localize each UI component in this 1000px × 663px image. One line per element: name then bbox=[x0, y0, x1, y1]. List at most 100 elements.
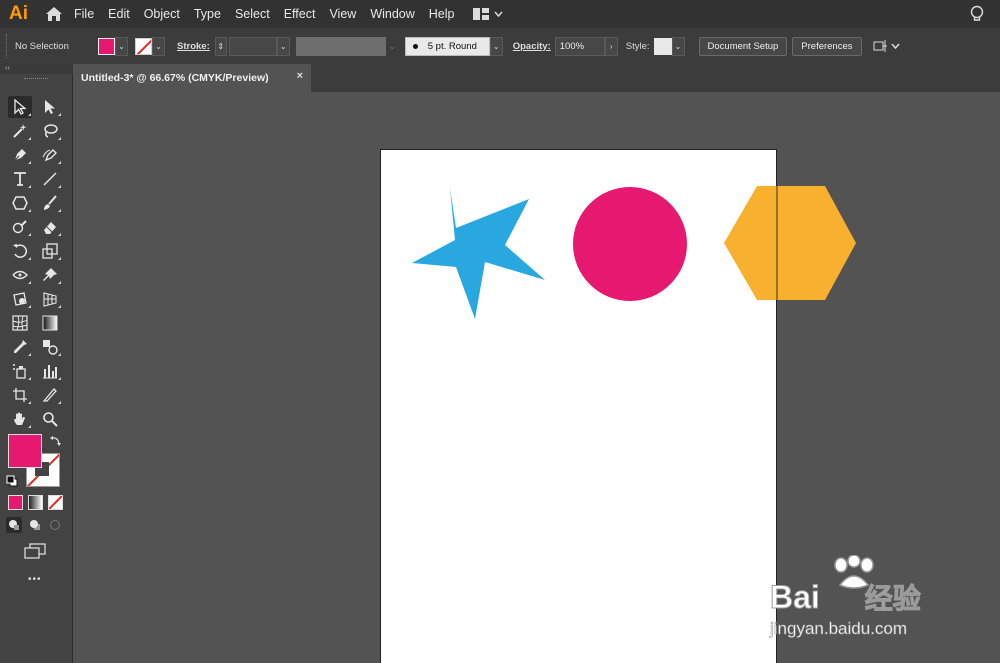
circle-shape[interactable] bbox=[573, 187, 687, 301]
curvature-tool[interactable] bbox=[38, 144, 62, 166]
screen-mode-icon bbox=[24, 543, 46, 559]
draw-behind-icon bbox=[30, 520, 40, 530]
gradient-tool[interactable] bbox=[38, 312, 62, 334]
free-transform-tool[interactable] bbox=[8, 288, 32, 310]
type-tool[interactable] bbox=[8, 168, 32, 190]
mesh-tool[interactable] bbox=[8, 312, 32, 334]
watermark-brand-suffix: 经验 bbox=[864, 583, 921, 615]
menu-type[interactable]: Type bbox=[187, 0, 228, 28]
style-dropdown[interactable]: ⌄ bbox=[671, 36, 685, 56]
paintbrush-tool[interactable] bbox=[38, 192, 62, 214]
shaper-tool[interactable] bbox=[8, 216, 32, 238]
graphic-style-swatch[interactable] bbox=[653, 37, 672, 55]
draw-normal-button[interactable] bbox=[6, 517, 22, 533]
star-shape[interactable] bbox=[412, 188, 545, 319]
selection-status: No Selection bbox=[15, 40, 69, 52]
grip-handle[interactable] bbox=[6, 34, 9, 58]
menu-view[interactable]: View bbox=[322, 0, 363, 28]
brush-definition-field[interactable]: 5 pt. Round bbox=[404, 36, 490, 56]
home-icon[interactable] bbox=[41, 0, 67, 28]
direct-selection-tool[interactable] bbox=[38, 96, 62, 118]
fill-swatch[interactable] bbox=[98, 37, 115, 55]
close-tab-icon[interactable]: × bbox=[297, 70, 303, 82]
arrange-documents-button[interactable] bbox=[472, 7, 503, 21]
polygon-tool[interactable] bbox=[8, 192, 32, 214]
zoom-tool[interactable] bbox=[38, 408, 62, 430]
arrange-button[interactable] bbox=[872, 39, 900, 53]
document-setup-button[interactable]: Document Setup bbox=[698, 36, 788, 56]
none-mode-button[interactable] bbox=[48, 495, 63, 510]
fill-color-box[interactable] bbox=[8, 434, 42, 468]
perspective-grid-tool[interactable] bbox=[38, 288, 62, 310]
lasso-icon bbox=[44, 124, 58, 138]
width-tool-icon bbox=[12, 270, 28, 280]
rotate-tool[interactable] bbox=[8, 240, 32, 262]
lasso-tool[interactable] bbox=[38, 120, 62, 142]
menu-file[interactable]: File bbox=[67, 0, 101, 28]
hand-tool[interactable] bbox=[8, 408, 32, 430]
document-tab[interactable]: Untitled-3* @ 66.67% (CMYK/Preview) × bbox=[73, 64, 311, 92]
menu-edit[interactable]: Edit bbox=[101, 0, 137, 28]
panel-collapse-button[interactable]: ‹‹ bbox=[0, 64, 77, 74]
menu-select[interactable]: Select bbox=[228, 0, 277, 28]
swap-fill-stroke-icon[interactable] bbox=[50, 434, 62, 452]
stroke-weight-dropdown[interactable]: ⌄ bbox=[276, 36, 290, 56]
pen-tool[interactable] bbox=[8, 144, 32, 166]
draw-normal-icon bbox=[9, 520, 19, 530]
width-tool[interactable] bbox=[8, 264, 32, 286]
opacity-arrow-button[interactable]: › bbox=[604, 36, 618, 56]
puppet-warp-tool[interactable] bbox=[38, 264, 62, 286]
selection-arrow-icon bbox=[14, 99, 27, 115]
screen-mode-button[interactable] bbox=[24, 543, 46, 564]
align-icon bbox=[873, 40, 887, 52]
draw-behind-button[interactable] bbox=[27, 517, 43, 533]
hexagon-shape[interactable] bbox=[724, 186, 856, 300]
scale-tool[interactable] bbox=[38, 240, 62, 262]
eraser-tool[interactable] bbox=[38, 216, 62, 238]
type-t-icon bbox=[14, 172, 26, 186]
stroke-weight-stepper[interactable]: ⇕ bbox=[214, 36, 227, 56]
slice-knife-icon bbox=[42, 388, 57, 402]
stroke-label[interactable]: Stroke: bbox=[177, 41, 210, 52]
magic-wand-tool[interactable] bbox=[8, 120, 32, 142]
artboard-tool[interactable] bbox=[8, 384, 32, 406]
selection-tool[interactable] bbox=[8, 96, 32, 118]
brush-dot-icon bbox=[412, 43, 418, 49]
opacity-field[interactable]: 100% bbox=[554, 36, 605, 56]
edit-toolbar-button[interactable]: ••• bbox=[28, 574, 42, 585]
default-fill-stroke-icon[interactable] bbox=[6, 474, 18, 492]
blend-tool[interactable] bbox=[38, 336, 62, 358]
column-graph-tool[interactable] bbox=[38, 360, 62, 382]
draw-inside-button[interactable] bbox=[47, 517, 63, 533]
document-tab-title: Untitled-3* @ 66.67% (CMYK/Preview) bbox=[81, 72, 269, 84]
watermark-brand: Bai bbox=[770, 579, 821, 616]
symbol-sprayer-tool[interactable] bbox=[8, 360, 32, 382]
brush-dropdown[interactable]: ⌄ bbox=[489, 36, 503, 56]
color-mode-button[interactable] bbox=[8, 495, 23, 510]
stroke-dropdown-button[interactable]: ⌄ bbox=[152, 36, 165, 56]
preferences-button[interactable]: Preferences bbox=[792, 36, 862, 56]
chevron-down-icon bbox=[493, 11, 503, 17]
panel-grip[interactable] bbox=[24, 78, 48, 81]
eyedropper-tool[interactable] bbox=[8, 336, 32, 358]
menu-object[interactable]: Object bbox=[137, 0, 187, 28]
slice-tool[interactable] bbox=[38, 384, 62, 406]
menu-help[interactable]: Help bbox=[422, 0, 462, 28]
menu-window[interactable]: Window bbox=[363, 0, 421, 28]
variable-width-profile[interactable] bbox=[295, 36, 386, 56]
magic-wand-icon bbox=[13, 124, 27, 138]
lightbulb-icon[interactable] bbox=[970, 5, 984, 28]
fill-dropdown-button[interactable]: ⌄ bbox=[115, 36, 128, 56]
curvature-pen-icon bbox=[42, 149, 57, 162]
stroke-swatch[interactable] bbox=[135, 37, 152, 55]
stroke-weight-field[interactable] bbox=[228, 36, 277, 56]
profile-dropdown[interactable]: ⌄ bbox=[385, 36, 399, 56]
menu-effect[interactable]: Effect bbox=[277, 0, 323, 28]
line-segment-tool[interactable] bbox=[38, 168, 62, 190]
direct-selection-arrow-icon bbox=[45, 100, 55, 114]
gradient-mode-button[interactable] bbox=[28, 495, 43, 510]
opacity-label[interactable]: Opacity: bbox=[513, 41, 551, 52]
free-transform-icon bbox=[13, 292, 27, 306]
artboard-icon bbox=[13, 388, 27, 402]
chevron-down-icon bbox=[890, 43, 900, 49]
